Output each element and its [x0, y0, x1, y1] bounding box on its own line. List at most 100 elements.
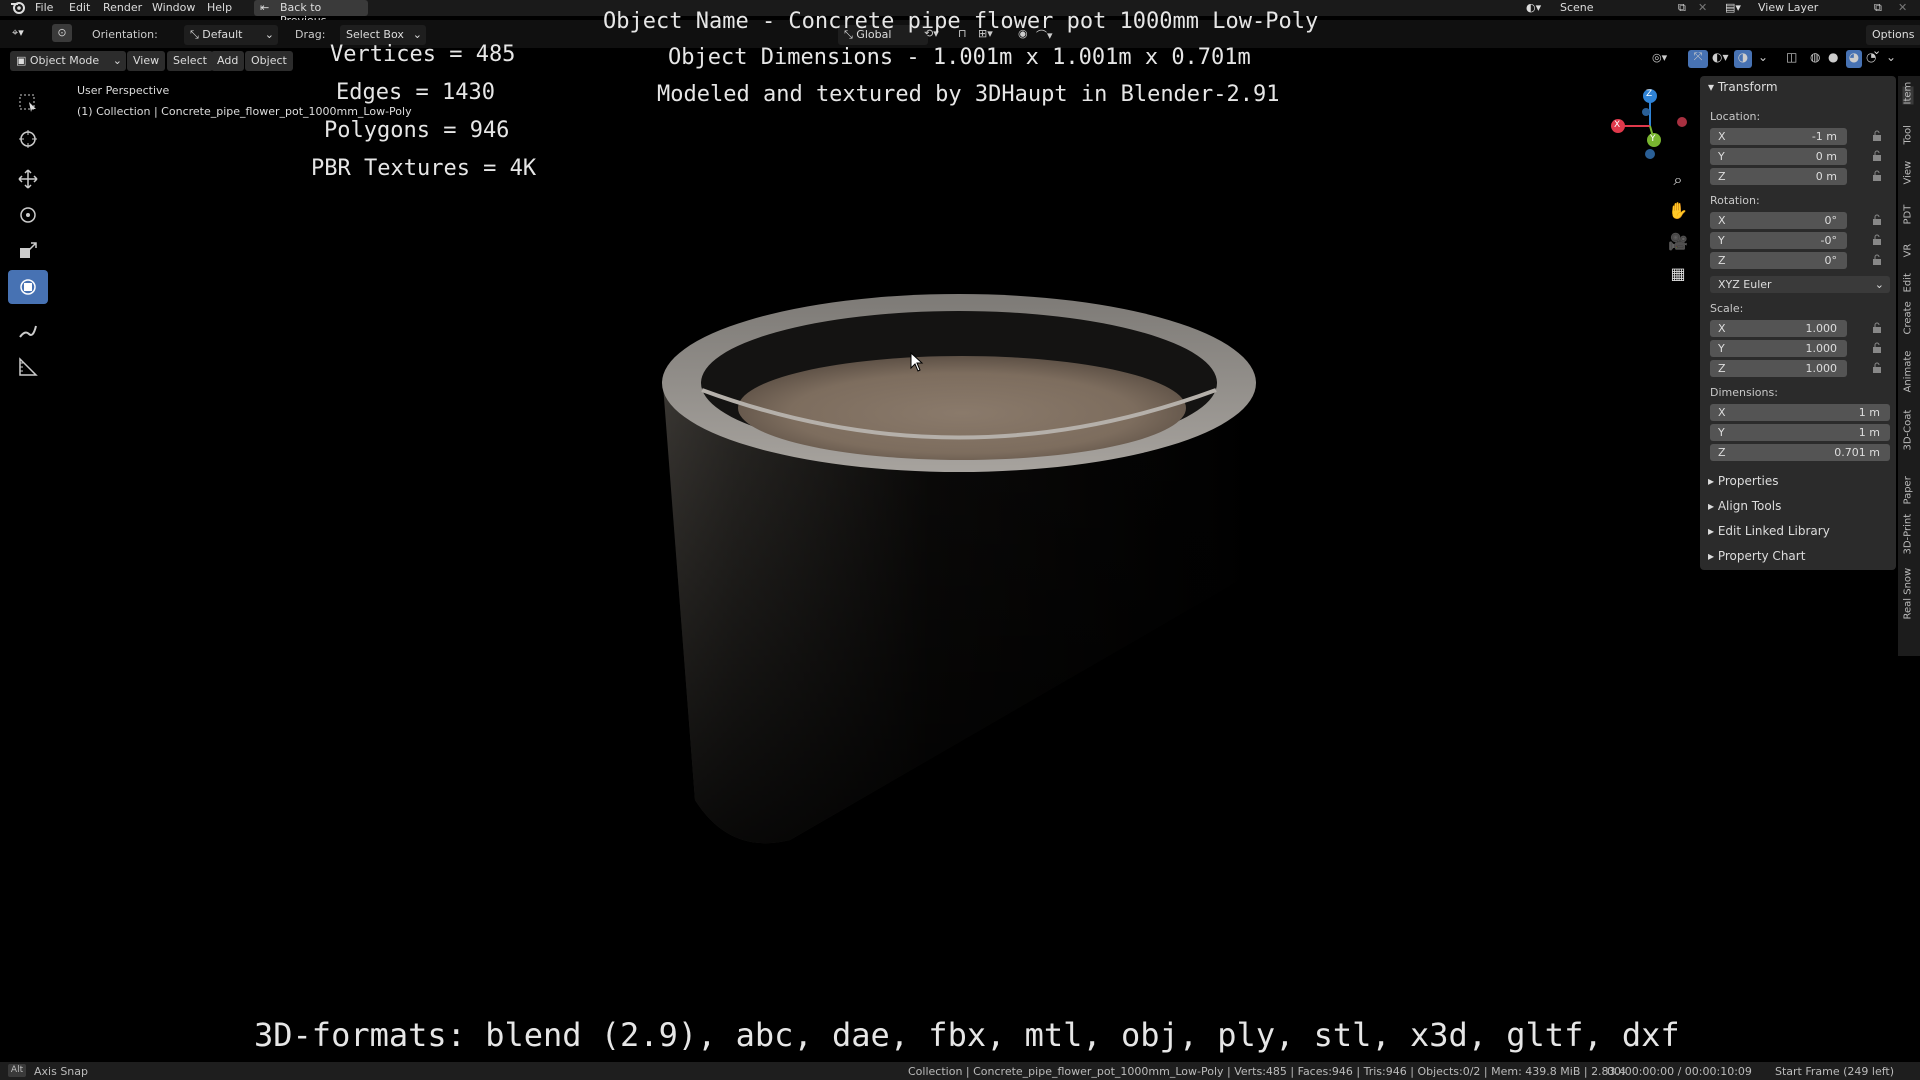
overlay-formats: 3D-formats: blend (2.9), abc, dae, fbx, …	[254, 1016, 1680, 1054]
gizmo-toggle-icon[interactable]: ⤧	[1688, 50, 1708, 68]
overlay-polygons: Polygons = 946	[324, 118, 510, 143]
delete-view-layer-icon[interactable]: ✕	[1898, 1, 1907, 14]
menu-help[interactable]: Help	[207, 1, 232, 14]
tab-vr[interactable]: VR	[1903, 242, 1914, 260]
scale-x-field[interactable]: X 1.000	[1710, 320, 1847, 337]
rotate-tool-icon[interactable]	[8, 198, 48, 232]
editor-type-icon[interactable]: ⌖▾	[12, 26, 24, 40]
tab-3d-coat[interactable]: 3D-Coat	[1903, 410, 1914, 451]
visibility-icon[interactable]: ◎▾	[1652, 51, 1667, 64]
mode-dropdown[interactable]: ▣ Object Mode ⌄	[10, 51, 126, 71]
lock-icon[interactable]	[1872, 150, 1882, 162]
property-chart-panel-header[interactable]: ▸ Property Chart	[1708, 549, 1890, 569]
dimensions-z-field[interactable]: Z 0.701 m	[1710, 444, 1890, 461]
scale-y-field[interactable]: Y 1.000	[1710, 340, 1847, 357]
transform-panel-header[interactable]: ▾ Transform	[1708, 80, 1890, 96]
object-mode-icon: ▣	[16, 54, 30, 67]
view-layer-icon[interactable]: ▤▾	[1725, 1, 1741, 14]
tab-pdt[interactable]: PDT	[1903, 205, 1914, 225]
xray-icon[interactable]: ◫	[1786, 50, 1797, 64]
menu-edit[interactable]: Edit	[69, 1, 90, 14]
new-scene-icon[interactable]: ⧉	[1678, 1, 1686, 15]
menu-render[interactable]: Render	[103, 1, 142, 14]
align-tools-panel-header[interactable]: ▸ Align Tools	[1708, 499, 1890, 519]
properties-panel-header[interactable]: ▸ Properties	[1708, 474, 1890, 494]
move-tool-icon[interactable]	[8, 162, 48, 196]
transform-title: Transform	[1717, 80, 1778, 94]
tab-animate[interactable]: Animate	[1903, 351, 1914, 393]
scale-tool-icon[interactable]	[8, 234, 48, 268]
orientation-dropdown[interactable]: ⤡ Default ⌄	[184, 25, 278, 45]
pan-hand-icon[interactable]: ✋	[1664, 201, 1692, 229]
tab-create[interactable]: Create	[1903, 301, 1914, 334]
tab-3d-print[interactable]: 3D-Print	[1903, 514, 1914, 555]
lock-icon[interactable]	[1872, 362, 1882, 374]
tab-view[interactable]: View	[1903, 161, 1914, 185]
lock-icon[interactable]	[1872, 214, 1882, 226]
lock-icon[interactable]	[1872, 254, 1882, 266]
zoom-icon[interactable]: ⌕	[1664, 170, 1692, 198]
navigation-gizmo[interactable]: Z X Y	[1608, 84, 1688, 164]
section-label: Edit Linked Library	[1717, 524, 1830, 538]
perspective-grid-icon[interactable]: ▦	[1664, 264, 1692, 292]
lock-icon[interactable]	[1872, 342, 1882, 354]
overlay-icon[interactable]: ◐▾	[1712, 50, 1729, 64]
menu-window[interactable]: Window	[152, 1, 195, 14]
axis-label: Y	[1718, 150, 1725, 163]
axis-label: Y	[1718, 342, 1725, 355]
flower-pot-render[interactable]	[650, 280, 1270, 850]
transform-tool-icon[interactable]	[8, 270, 48, 304]
chevron-down-icon[interactable]: ⌄	[1886, 50, 1896, 64]
scene-selector-icon[interactable]: ◐▾	[1526, 1, 1541, 14]
lock-icon[interactable]	[1872, 130, 1882, 142]
overlay-object-dimensions: Object Dimensions - 1.001m x 1.001m x 0.…	[668, 45, 1251, 70]
gizmo-z-label: Z	[1646, 89, 1653, 99]
overlays-toggle-icon[interactable]: ◑	[1734, 50, 1752, 68]
dimensions-x-field[interactable]: X 1 m	[1710, 404, 1890, 421]
blender-logo-icon[interactable]	[10, 0, 26, 17]
tab-edit[interactable]: Edit	[1903, 273, 1914, 292]
cursor-tool-icon[interactable]	[8, 122, 48, 156]
rotation-mode-dropdown[interactable]: XYZ Euler ⌄	[1710, 276, 1890, 293]
dimensions-y-value: 1 m	[1858, 426, 1880, 439]
add-menu[interactable]: Add	[211, 51, 245, 71]
new-view-layer-icon[interactable]: ⧉	[1874, 1, 1882, 15]
lock-icon[interactable]	[1872, 170, 1882, 182]
back-to-previous-button[interactable]: ⇤ Back to Previous	[254, 0, 368, 27]
tab-tool[interactable]: Tool	[1903, 125, 1914, 144]
material-shading-icon[interactable]: ◕	[1846, 50, 1862, 68]
view-layer-name[interactable]: View Layer	[1758, 1, 1818, 14]
edit-linked-library-panel-header[interactable]: ▸ Edit Linked Library	[1708, 524, 1890, 544]
solid-shading-icon[interactable]: ●	[1828, 50, 1838, 64]
view-menu[interactable]: View	[127, 51, 166, 71]
tab-real-snow[interactable]: Real Snow	[1903, 568, 1914, 620]
select-menu[interactable]: Select	[167, 51, 213, 71]
location-z-field[interactable]: Z 0 m	[1710, 168, 1847, 185]
annotate-tool-icon[interactable]	[8, 314, 48, 348]
axis-label: X	[1718, 322, 1726, 335]
camera-icon[interactable]: 🎥	[1664, 232, 1692, 260]
scale-z-field[interactable]: Z 1.000	[1710, 360, 1847, 377]
tab-paper[interactable]: Paper	[1903, 476, 1914, 504]
section-label: Property Chart	[1717, 549, 1806, 563]
lock-icon[interactable]	[1872, 322, 1882, 334]
rotation-y-field[interactable]: Y -0°	[1710, 232, 1847, 249]
options-dropdown[interactable]: Options ⌄	[1866, 25, 1920, 57]
select-box-tool-icon[interactable]	[8, 86, 48, 120]
lock-icon[interactable]	[1872, 234, 1882, 246]
rotation-x-field[interactable]: X 0°	[1710, 212, 1847, 229]
location-y-field[interactable]: Y 0 m	[1710, 148, 1847, 165]
chevron-down-icon[interactable]: ⌄	[1758, 50, 1768, 64]
active-tool-icon[interactable]: ⊙	[52, 24, 72, 42]
location-x-field[interactable]: X -1 m	[1710, 128, 1847, 145]
scene-name[interactable]: Scene	[1560, 1, 1594, 14]
wireframe-shading-icon[interactable]: ◍	[1810, 50, 1820, 64]
measure-tool-icon[interactable]	[8, 350, 48, 384]
menu-file[interactable]: File	[35, 1, 53, 14]
tab-item[interactable]: Item	[1902, 82, 1914, 105]
rendered-shading-icon[interactable]: ◔	[1866, 50, 1876, 64]
dimensions-y-field[interactable]: Y 1 m	[1710, 424, 1890, 441]
delete-scene-icon[interactable]: ✕	[1698, 1, 1707, 14]
rotation-z-field[interactable]: Z 0°	[1710, 252, 1847, 269]
object-menu[interactable]: Object	[245, 51, 293, 71]
